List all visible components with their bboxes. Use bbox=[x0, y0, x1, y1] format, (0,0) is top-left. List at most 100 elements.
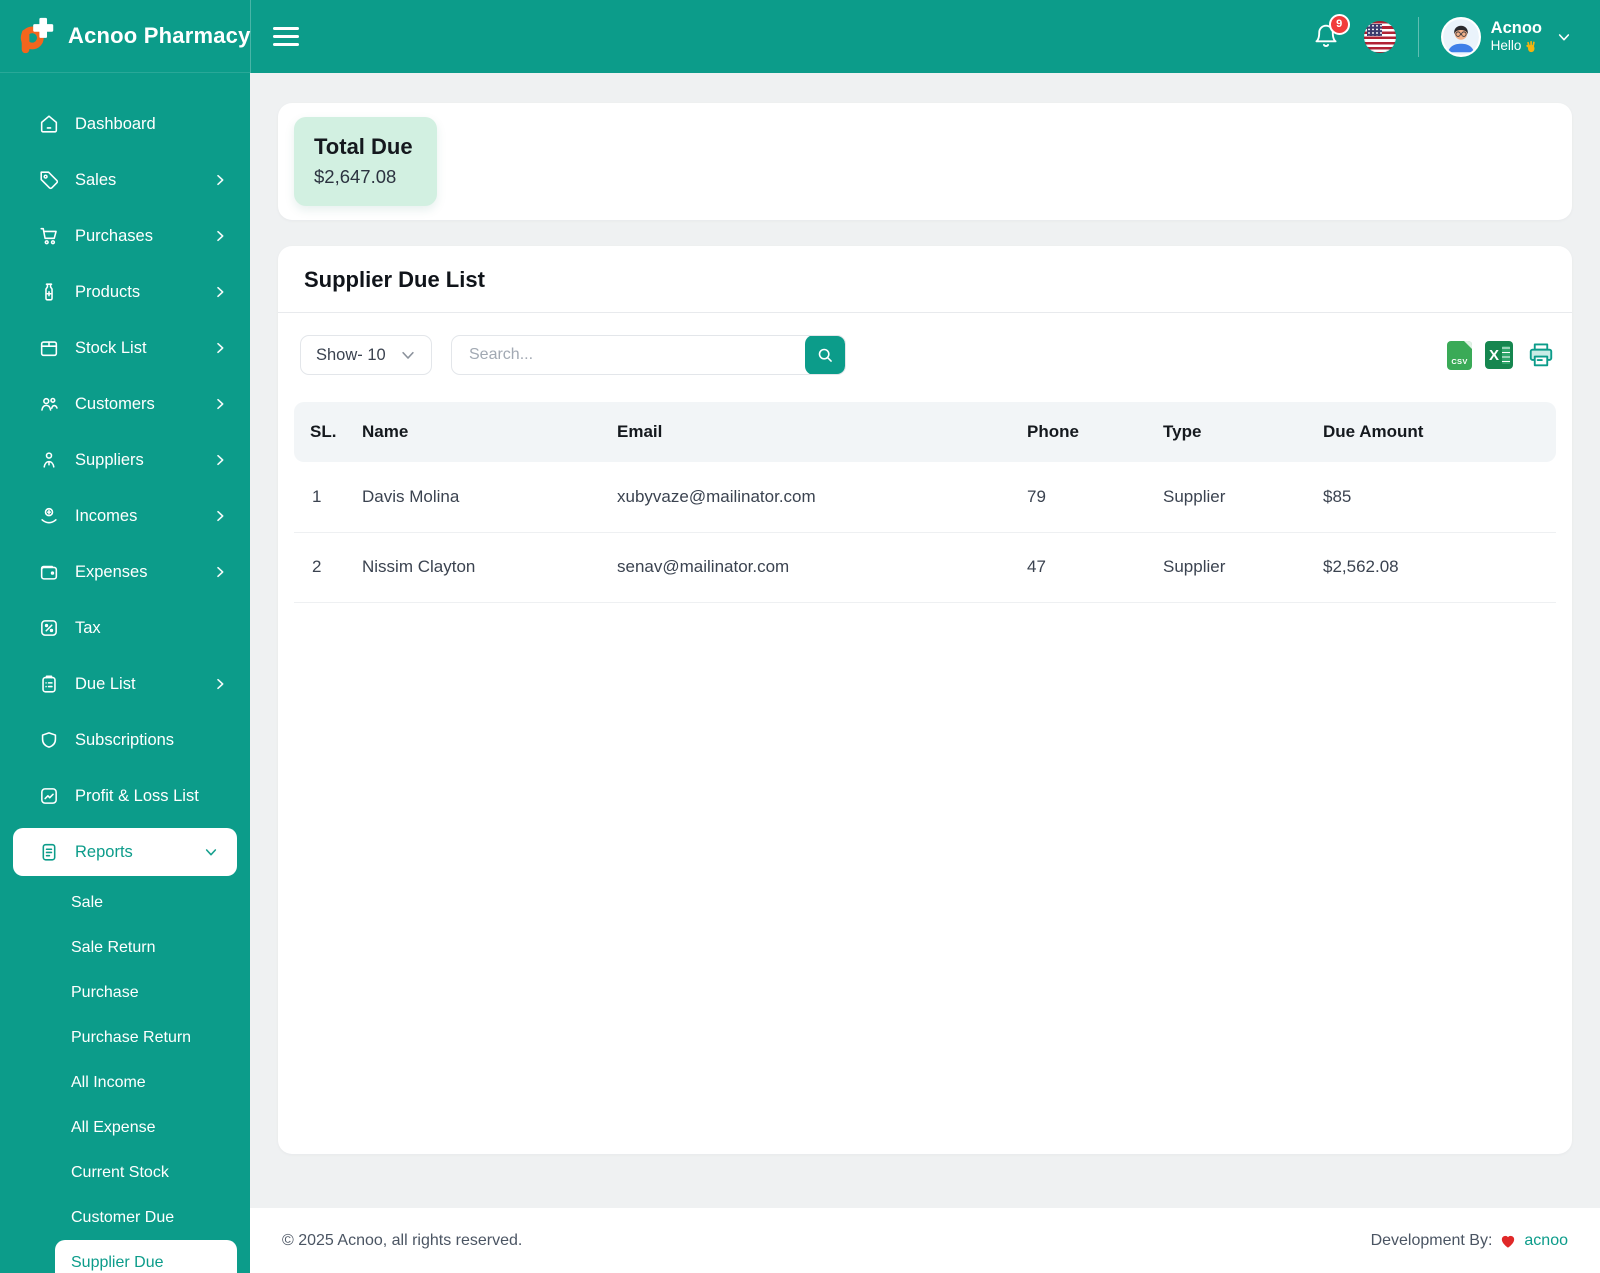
chevron-right-icon bbox=[212, 172, 228, 188]
notification-count-badge: 9 bbox=[1328, 13, 1350, 35]
income-coin-icon bbox=[38, 505, 60, 527]
stock-box-icon bbox=[38, 337, 60, 359]
sidebar-item-label: Tax bbox=[75, 618, 101, 637]
search-button[interactable] bbox=[805, 336, 845, 374]
submenu-item-all-expense[interactable]: All Expense bbox=[0, 1105, 250, 1150]
show-entries-select[interactable]: Show- 10 bbox=[300, 335, 432, 375]
sidebar-item-label: Dashboard bbox=[75, 114, 156, 133]
print-button[interactable] bbox=[1526, 340, 1556, 370]
submenu-item-all-income[interactable]: All Income bbox=[0, 1060, 250, 1105]
sidebar-item-profit-loss[interactable]: Profit & Loss List bbox=[0, 768, 250, 824]
submenu-item-label: Sale Return bbox=[71, 938, 156, 956]
submenu-item-label: Customer Due bbox=[71, 1208, 175, 1226]
submenu-item-current-stock[interactable]: Current Stock bbox=[0, 1150, 250, 1195]
supplier-due-list-panel: Supplier Due List Show- 10 Search... CSV… bbox=[278, 246, 1572, 1154]
customers-group-icon bbox=[38, 393, 60, 415]
total-due-label: Total Due bbox=[314, 134, 413, 159]
column-header-name: Name bbox=[362, 402, 617, 462]
sidebar-item-subscriptions[interactable]: Subscriptions bbox=[0, 712, 250, 768]
subscriptions-shield-icon bbox=[38, 729, 60, 751]
cell-name: Nissim Clayton bbox=[362, 532, 617, 603]
export-excel-button[interactable]: X bbox=[1485, 341, 1513, 369]
chevron-right-icon bbox=[212, 228, 228, 244]
submenu-item-sale-return[interactable]: Sale Return bbox=[0, 925, 250, 970]
export-csv-button[interactable]: CSV bbox=[1447, 340, 1472, 370]
csv-icon: CSV bbox=[1451, 356, 1468, 366]
sidebar-item-label: Profit & Loss List bbox=[75, 786, 199, 805]
sidebar-item-label: Products bbox=[75, 282, 141, 301]
cell-name: Davis Molina bbox=[362, 462, 617, 533]
home-icon bbox=[38, 113, 60, 135]
sidebar-item-dashboard[interactable]: Dashboard bbox=[0, 96, 250, 152]
chevron-right-icon bbox=[212, 396, 228, 412]
sidebar-item-incomes[interactable]: Incomes bbox=[0, 488, 250, 544]
sidebar-item-label: Subscriptions bbox=[75, 730, 175, 749]
sidebar-item-reports[interactable]: Reports bbox=[13, 828, 237, 876]
sidebar-item-label: Sales bbox=[75, 170, 117, 189]
brand[interactable]: Acnoo Pharmacy bbox=[0, 0, 250, 73]
tax-percent-icon bbox=[38, 617, 60, 639]
submenu-item-customer-due[interactable]: Customer Due bbox=[0, 1195, 250, 1240]
cell-phone: 79 bbox=[1027, 462, 1163, 533]
reports-submenu: Sale Sale Return Purchase Purchase Retur… bbox=[0, 880, 250, 1273]
cart-icon bbox=[38, 225, 60, 247]
hamburger-menu-button[interactable] bbox=[273, 27, 299, 46]
sidebar-item-suppliers[interactable]: Suppliers bbox=[0, 432, 250, 488]
waving-hand-icon bbox=[1524, 39, 1539, 54]
chevron-down-icon bbox=[203, 844, 219, 860]
total-due-value: $2,647.08 bbox=[314, 166, 397, 187]
panel-header: Supplier Due List bbox=[278, 246, 1572, 313]
submenu-item-purchase-return[interactable]: Purchase Return bbox=[0, 1015, 250, 1060]
sidebar: Acnoo Pharmacy Dashboard Sales Purchases… bbox=[0, 0, 250, 1273]
submenu-item-sale[interactable]: Sale bbox=[0, 880, 250, 925]
sidebar-item-products[interactable]: Products bbox=[0, 264, 250, 320]
sidebar-item-label: Due List bbox=[75, 674, 136, 693]
sidebar-item-tax[interactable]: Tax bbox=[0, 600, 250, 656]
cell-type: Supplier bbox=[1163, 532, 1323, 603]
pharmacy-logo-icon bbox=[16, 15, 58, 57]
sidebar-item-label: Stock List bbox=[75, 338, 147, 357]
total-due-card: Total Due $2,647.08 bbox=[294, 117, 437, 206]
column-header-email: Email bbox=[617, 402, 1027, 462]
cell-phone: 47 bbox=[1027, 532, 1163, 603]
medicine-bottle-icon bbox=[38, 281, 60, 303]
due-list-clipboard-icon bbox=[38, 673, 60, 695]
export-buttons: CSV X bbox=[1447, 340, 1556, 370]
chevron-down-icon[interactable] bbox=[1556, 29, 1572, 45]
supplier-person-icon bbox=[38, 449, 60, 471]
column-header-phone: Phone bbox=[1027, 402, 1163, 462]
submenu-item-supplier-due[interactable]: Supplier Due bbox=[55, 1240, 237, 1273]
sidebar-item-purchases[interactable]: Purchases bbox=[0, 208, 250, 264]
developer-link[interactable]: acnoo bbox=[1524, 1232, 1568, 1250]
submenu-item-label: Purchase Return bbox=[71, 1028, 192, 1046]
sidebar-item-customers[interactable]: Customers bbox=[0, 376, 250, 432]
notifications-button[interactable]: 9 bbox=[1312, 13, 1350, 53]
language-flag-us[interactable] bbox=[1363, 20, 1396, 53]
user-name: Acnoo bbox=[1490, 18, 1542, 37]
sidebar-item-due-list[interactable]: Due List bbox=[0, 656, 250, 712]
cell-due-amount: $2,562.08 bbox=[1323, 532, 1556, 603]
search-input[interactable] bbox=[452, 336, 805, 374]
cell-sl: 1 bbox=[294, 462, 362, 533]
table-header-row: SL. Name Email Phone Type Due Amount bbox=[294, 402, 1556, 462]
submenu-item-label: Current Stock bbox=[71, 1163, 169, 1181]
supplier-due-table: SL. Name Email Phone Type Due Amount 1 D… bbox=[294, 402, 1556, 603]
sidebar-item-stock-list[interactable]: Stock List bbox=[0, 320, 250, 376]
sales-tag-icon bbox=[38, 169, 60, 191]
sidebar-item-label: Suppliers bbox=[75, 450, 144, 469]
sidebar-item-label: Expenses bbox=[75, 562, 148, 581]
user-menu[interactable]: Acnoo Hello bbox=[1440, 16, 1572, 57]
sidebar-item-sales[interactable]: Sales bbox=[0, 152, 250, 208]
submenu-item-label: All Income bbox=[71, 1073, 146, 1091]
chevron-down-icon bbox=[399, 346, 417, 364]
copyright-text: © 2025 Acnoo, all rights reserved. bbox=[282, 1231, 523, 1249]
chevron-right-icon bbox=[212, 564, 228, 580]
excel-icon: X bbox=[1489, 346, 1500, 364]
chevron-right-icon bbox=[212, 676, 228, 692]
column-header-due-amount: Due Amount bbox=[1323, 402, 1556, 462]
sidebar-item-expenses[interactable]: Expenses bbox=[0, 544, 250, 600]
table-row: 1 Davis Molina xubyvaze@mailinator.com 7… bbox=[294, 462, 1556, 533]
wallet-icon bbox=[38, 561, 60, 583]
submenu-item-purchase[interactable]: Purchase bbox=[0, 970, 250, 1015]
sidebar-nav: Dashboard Sales Purchases Products Stock… bbox=[0, 73, 250, 1273]
